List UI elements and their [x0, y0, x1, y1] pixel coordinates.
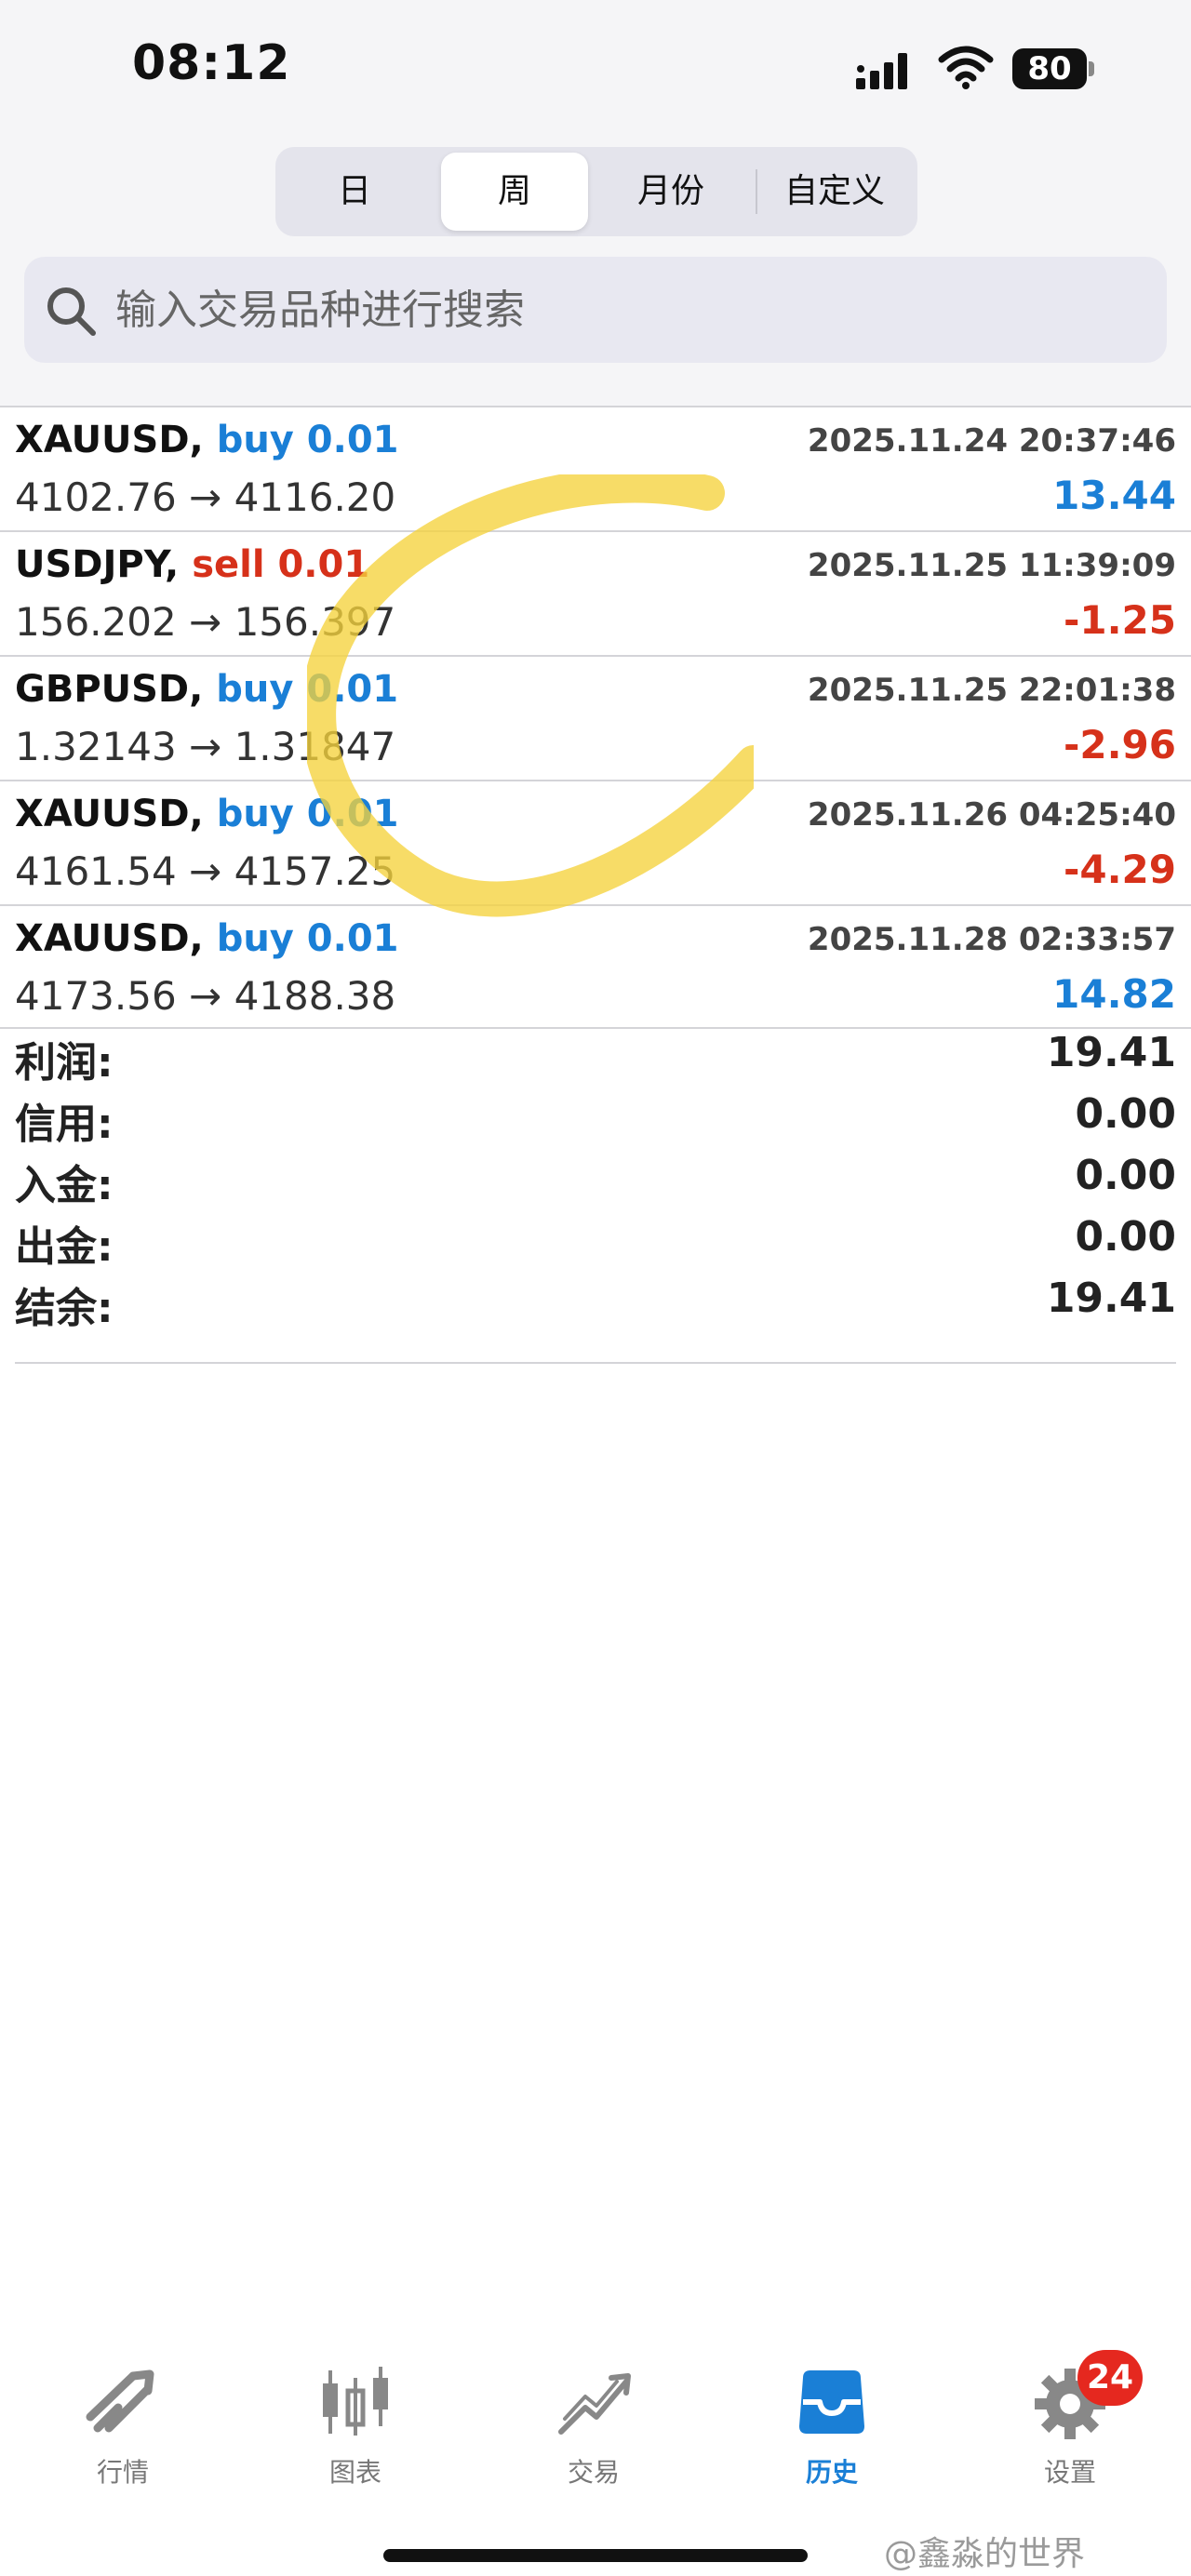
quotes-icon — [86, 2369, 154, 2433]
trade-profit: -4.29 — [1063, 847, 1176, 892]
trade-symbol-line: XAUUSD, buy 0.01 — [15, 419, 399, 461]
trade-time: 2025.11.24 20:37:46 — [807, 422, 1176, 460]
wifi-icon — [938, 46, 994, 89]
chart-icon — [323, 2367, 388, 2436]
segment-month[interactable]: 月份 — [601, 153, 741, 231]
trade-profit: 13.44 — [1052, 473, 1176, 518]
segment-divider — [756, 169, 757, 214]
summary-row-credit: 信用: 0.00 — [15, 1087, 1176, 1148]
summary-value: 0.00 — [1075, 1152, 1176, 1199]
trade-row[interactable]: XAUUSD, buy 0.01 2025.11.28 02:33:57 417… — [0, 904, 1191, 1029]
trade-symbol: XAUUSD — [15, 917, 190, 960]
summary-label: 利润: — [15, 1039, 114, 1087]
trade-profit: 14.82 — [1052, 971, 1176, 1017]
summary-value: 19.41 — [1046, 1029, 1176, 1076]
trade-prices: 156.202 → 156.397 — [15, 599, 396, 645]
trade-prices: 1.32143 → 1.31847 — [15, 724, 396, 769]
trade-type-volume: buy 0.01 — [216, 917, 399, 960]
summary-value: 19.41 — [1046, 1275, 1176, 1322]
trade-row[interactable]: XAUUSD, buy 0.01 2025.11.26 04:25:40 416… — [0, 780, 1191, 904]
segment-custom[interactable]: 自定义 — [765, 153, 904, 231]
home-indicator[interactable] — [383, 2549, 808, 2562]
trade-type-volume: buy 0.01 — [216, 793, 399, 835]
search-input[interactable] — [115, 257, 1139, 363]
trade-prices: 4161.54 → 4157.25 — [15, 848, 396, 894]
tab-trade[interactable]: 交易 — [519, 2359, 668, 2499]
tab-quotes[interactable]: 行情 — [48, 2359, 197, 2499]
summary-row-balance: 结余: 19.41 — [15, 1271, 1176, 1332]
trade-profit: -1.25 — [1063, 597, 1176, 643]
battery-tip — [1089, 61, 1094, 76]
account-summary: 利润: 19.41 信用: 0.00 入金: 0.00 出金: 0.00 结余:… — [0, 1025, 1191, 1332]
trade-time: 2025.11.25 22:01:38 — [807, 672, 1176, 709]
trade-type-volume: buy 0.01 — [216, 419, 399, 461]
summary-label: 出金: — [15, 1223, 114, 1271]
trade-row[interactable]: USDJPY, sell 0.01 2025.11.25 11:39:09 15… — [0, 530, 1191, 655]
summary-label: 信用: — [15, 1101, 114, 1148]
trade-symbol-line: XAUUSD, buy 0.01 — [15, 793, 399, 835]
trade-symbol-separator: , — [165, 543, 180, 586]
period-segmented-control: 日 周 月份 自定义 — [275, 147, 917, 236]
trade-symbol: XAUUSD — [15, 419, 190, 461]
trade-type-volume: buy 0.01 — [216, 668, 399, 711]
summary-label: 入金: — [15, 1162, 114, 1209]
trade-symbol: GBPUSD — [15, 668, 190, 711]
search-icon — [47, 287, 96, 336]
trade-symbol-line: GBPUSD, buy 0.01 — [15, 668, 398, 711]
summary-row-profit: 利润: 19.41 — [15, 1025, 1176, 1087]
status-time: 08:12 — [132, 35, 291, 91]
trade-time: 2025.11.25 11:39:09 — [807, 547, 1176, 584]
summary-value: 0.00 — [1075, 1090, 1176, 1138]
trade-prices: 4173.56 → 4188.38 — [15, 973, 396, 1019]
settings-badge: 24 — [1077, 2350, 1143, 2406]
trade-type-volume: sell 0.01 — [192, 543, 370, 586]
trade-symbol-separator: , — [189, 668, 204, 711]
trade-symbol-separator: , — [189, 793, 204, 835]
summary-value: 0.00 — [1075, 1213, 1176, 1261]
cellular-signal-icon — [856, 53, 907, 89]
watermark-text: @鑫淼的世界 — [884, 2535, 1086, 2573]
history-icon — [799, 2370, 864, 2434]
summary-divider — [15, 1362, 1176, 1364]
trade-row[interactable]: XAUUSD, buy 0.01 2025.11.24 20:37:46 410… — [0, 406, 1191, 530]
trade-icon — [558, 2373, 631, 2435]
summary-row-deposit: 入金: 0.00 — [15, 1148, 1176, 1209]
trade-time: 2025.11.28 02:33:57 — [807, 921, 1176, 958]
tab-label: 设置 — [1043, 2457, 1096, 2488]
trade-symbol-line: XAUUSD, buy 0.01 — [15, 917, 399, 960]
battery-level: 80 — [1012, 48, 1087, 89]
trade-history-list: XAUUSD, buy 0.01 2025.11.24 20:37:46 410… — [0, 406, 1191, 1029]
tab-chart[interactable]: 图表 — [281, 2359, 430, 2499]
summary-row-withdrawal: 出金: 0.00 — [15, 1209, 1176, 1271]
segment-week[interactable]: 周 — [441, 153, 588, 231]
tab-settings[interactable]: 24 设置 — [996, 2350, 1144, 2499]
summary-label: 结余: — [15, 1285, 114, 1332]
top-header-area: 08:12 80 日 周 月份 自定义 — [0, 0, 1191, 406]
trade-symbol-separator: , — [189, 419, 204, 461]
trade-symbol: XAUUSD — [15, 793, 190, 835]
tab-label: 交易 — [567, 2457, 620, 2488]
trade-time: 2025.11.26 04:25:40 — [807, 796, 1176, 834]
trade-row[interactable]: GBPUSD, buy 0.01 2025.11.25 22:01:38 1.3… — [0, 655, 1191, 780]
trade-prices: 4102.76 → 4116.20 — [15, 474, 396, 520]
tab-label: 行情 — [96, 2457, 149, 2488]
tab-label: 历史 — [805, 2457, 858, 2488]
segment-day[interactable]: 日 — [285, 153, 424, 231]
tab-label: 图表 — [328, 2457, 381, 2488]
trade-symbol: USDJPY — [15, 543, 166, 586]
trade-profit: -2.96 — [1063, 722, 1176, 767]
tab-history[interactable]: 历史 — [757, 2359, 906, 2499]
search-bar[interactable] — [24, 257, 1167, 363]
battery-indicator: 80 — [1012, 48, 1096, 89]
trade-symbol-line: USDJPY, sell 0.01 — [15, 543, 369, 586]
trade-symbol-separator: , — [189, 917, 204, 960]
